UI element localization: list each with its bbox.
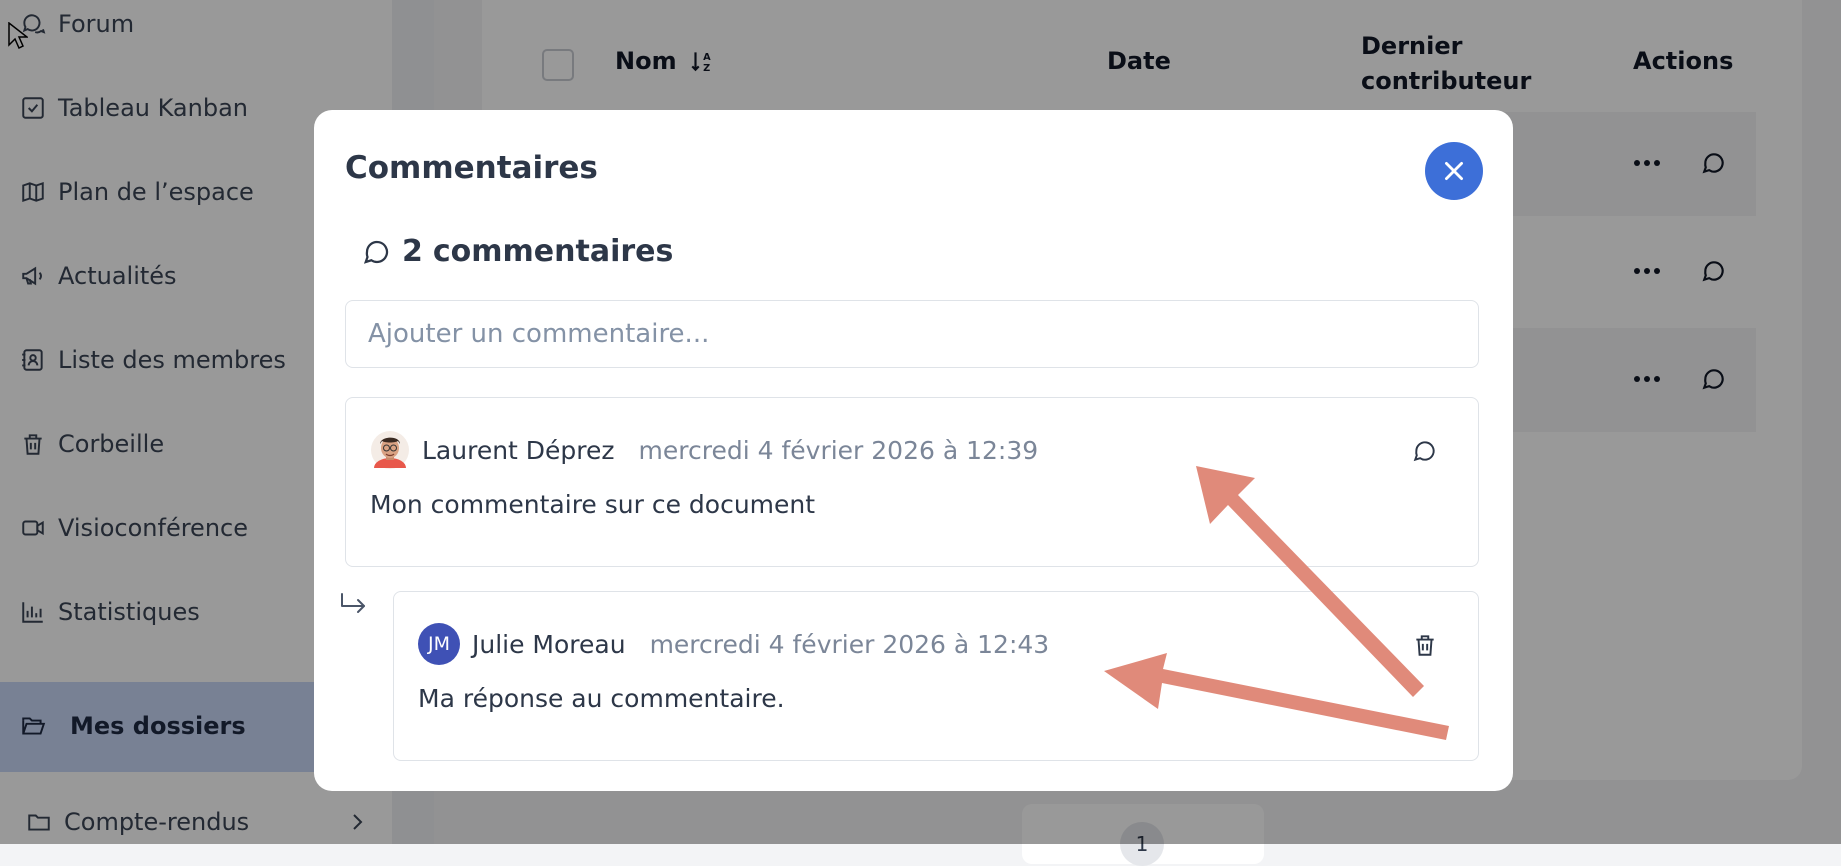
trash-icon [1416, 635, 1434, 656]
comment-header: JM Julie Moreau mercredi 4 février 2026 … [418, 622, 1049, 666]
comment-header: Laurent Déprez mercredi 4 février 2026 à… [370, 428, 1038, 472]
comment-body: Ma réponse au commentaire. [418, 684, 785, 713]
comment-body: Mon commentaire sur ce document [370, 490, 816, 519]
close-icon [1445, 162, 1463, 180]
comments-modal: Commentaires 2 commentaires Ajouter un c… [314, 110, 1513, 791]
comment-bubble-icon [362, 237, 392, 267]
comment-count-number: 2 [402, 234, 423, 269]
comment-date: mercredi 4 février 2026 à 12:43 [649, 629, 1050, 659]
comment-count: 2 commentaires [362, 234, 673, 269]
comment-count-label: commentaires [432, 234, 674, 269]
avatar: JM [418, 623, 460, 665]
modal-title: Commentaires [345, 150, 598, 186]
delete-comment-button[interactable] [1410, 630, 1440, 660]
close-button[interactable] [1425, 142, 1483, 200]
comment-reply-item: JM Julie Moreau mercredi 4 février 2026 … [393, 591, 1479, 761]
reply-icon [1413, 441, 1435, 462]
comment-author[interactable]: Laurent Déprez [422, 436, 615, 465]
comment-date: mercredi 4 février 2026 à 12:39 [638, 435, 1039, 465]
comment-author[interactable]: Julie Moreau [472, 630, 626, 659]
comment-item: Laurent Déprez mercredi 4 février 2026 à… [345, 397, 1479, 567]
avatar [370, 428, 410, 472]
reply-button[interactable] [1410, 436, 1440, 466]
add-comment-input[interactable] [345, 300, 1479, 368]
reply-arrow-icon [341, 593, 365, 613]
